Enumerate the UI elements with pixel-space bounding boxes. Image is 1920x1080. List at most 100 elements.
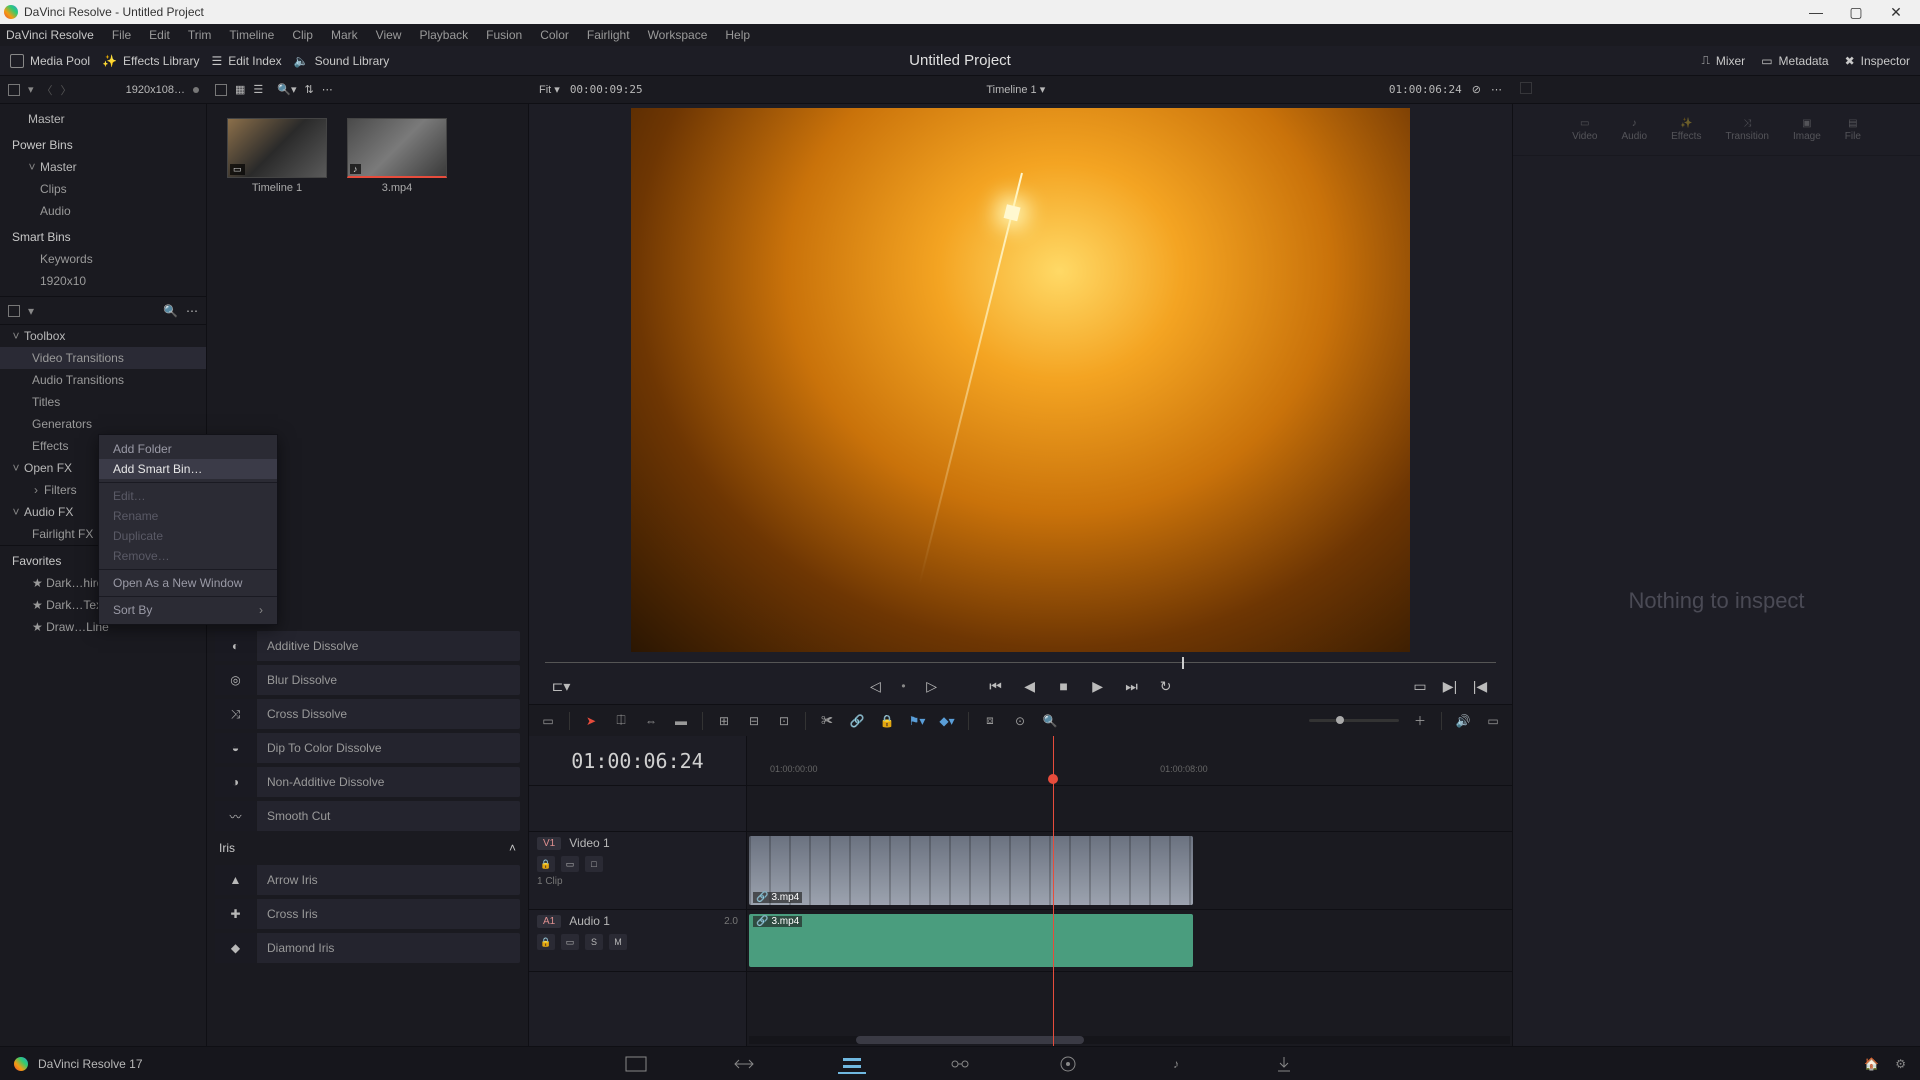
timeline-name-dropdown[interactable]: Timeline 1 ▾: [986, 83, 1045, 96]
metadata-toggle[interactable]: ▭Metadata: [1761, 53, 1828, 68]
menu-help[interactable]: Help: [717, 26, 758, 44]
search-icon[interactable]: 🔍▾: [277, 83, 296, 96]
menu-color[interactable]: Color: [532, 26, 577, 44]
ctx-edit[interactable]: Edit…: [99, 486, 277, 506]
view-thumb-icon[interactable]: [215, 84, 227, 96]
fit-dropdown[interactable]: Fit ▾: [539, 83, 560, 96]
fx-entry[interactable]: ◎Blur Dissolve: [215, 665, 520, 695]
chevron-down-icon[interactable]: ▾: [28, 304, 34, 318]
fx-entry[interactable]: ▲Arrow Iris: [215, 865, 520, 895]
track-lane-a1[interactable]: 🔗3.mp4: [747, 910, 1512, 972]
track-lane-v1[interactable]: 🔗3.mp4: [747, 832, 1512, 910]
page-cut[interactable]: [730, 1054, 758, 1074]
track-autoselect-icon[interactable]: □: [585, 856, 603, 872]
fx-entry[interactable]: ◒Dip To Color Dissolve: [215, 733, 520, 763]
effects-library-toggle[interactable]: ✨Effects Library: [102, 54, 199, 68]
inspector-tab-transition[interactable]: ⤨Transition: [1725, 118, 1769, 142]
audio-icon[interactable]: 🔊: [1454, 712, 1472, 730]
zoom-to-fit-icon[interactable]: ⊙: [1011, 712, 1029, 730]
zoom-slider[interactable]: [1309, 719, 1399, 722]
inspector-tab-video[interactable]: ▭Video: [1572, 118, 1597, 142]
overwrite-icon[interactable]: ⊟: [745, 712, 763, 730]
dynamic-trim-icon[interactable]: ⇔: [642, 712, 660, 730]
project-manager-icon[interactable]: 🏠: [1864, 1057, 1879, 1071]
loop-dot-icon[interactable]: •: [901, 679, 905, 693]
smart-bin-res[interactable]: 1920x10: [0, 270, 206, 292]
menu-view[interactable]: View: [368, 26, 410, 44]
zoom-icon[interactable]: 🔍: [1041, 712, 1059, 730]
inspector-tab-audio[interactable]: ♪Audio: [1621, 118, 1647, 142]
loop-icon[interactable]: ↻: [1158, 678, 1174, 694]
ctx-sort-by[interactable]: Sort By›: [99, 600, 277, 620]
fx-video-transitions[interactable]: Video Transitions: [0, 347, 206, 369]
media-pool-toggle[interactable]: Media Pool: [10, 54, 90, 68]
replace-icon[interactable]: ⊡: [775, 712, 793, 730]
inspector-tab-effects[interactable]: ✨Effects: [1671, 118, 1701, 142]
page-color[interactable]: [1054, 1054, 1082, 1074]
view-grid-icon[interactable]: ▦: [235, 83, 245, 96]
go-end-icon[interactable]: ⏭: [1124, 678, 1140, 694]
smart-bins-header[interactable]: Smart Bins: [0, 226, 206, 248]
menu-file[interactable]: File: [104, 26, 139, 44]
mark-in-icon[interactable]: ⊏▾: [553, 678, 569, 694]
lock-icon[interactable]: 🔒: [878, 712, 896, 730]
page-fairlight[interactable]: ♪: [1162, 1054, 1190, 1074]
timeline-hscrollbar[interactable]: [749, 1036, 1510, 1044]
fx-more-icon[interactable]: ⋯: [186, 304, 198, 318]
track-lock-icon[interactable]: 🔒: [537, 934, 555, 950]
page-edit[interactable]: [838, 1054, 866, 1074]
marker-icon[interactable]: ◆▾: [938, 712, 956, 730]
track-enable-icon[interactable]: ▭: [561, 934, 579, 950]
sort-icon[interactable]: ⇅: [305, 83, 314, 96]
nav-fwd-icon[interactable]: 〉: [61, 82, 72, 98]
fx-audio-transitions[interactable]: Audio Transitions: [0, 369, 206, 391]
fx-generators[interactable]: Generators: [0, 413, 206, 435]
fx-entry[interactable]: ◐Additive Dissolve: [215, 631, 520, 661]
fx-titles[interactable]: Titles: [0, 391, 206, 413]
fx-cat-iris[interactable]: Iris˄: [207, 835, 528, 861]
fx-entry[interactable]: ◆Diamond Iris: [215, 933, 520, 963]
menu-playback[interactable]: Playback: [411, 26, 476, 44]
track-lock-icon[interactable]: 🔒: [537, 856, 555, 872]
track-header-v1[interactable]: V1 Video 1 🔒 ▭ □ 1 Clip: [529, 832, 746, 910]
fx-toolbox[interactable]: ˅Toolbox: [0, 325, 206, 347]
power-bin-clips[interactable]: Clips: [0, 178, 206, 200]
menu-fusion[interactable]: Fusion: [478, 26, 530, 44]
ctx-remove[interactable]: Remove…: [99, 546, 277, 566]
maximize-button[interactable]: ▢: [1836, 0, 1876, 24]
timeline-ruler[interactable]: 01:00:00:00 01:00:08:00: [747, 736, 1512, 786]
edit-index-toggle[interactable]: ☰Edit Index: [211, 54, 281, 68]
power-bin-audio[interactable]: Audio: [0, 200, 206, 222]
menu-timeline[interactable]: Timeline: [221, 26, 282, 44]
page-media[interactable]: [622, 1054, 650, 1074]
selection-tool-icon[interactable]: ➤: [582, 712, 600, 730]
ctx-open-new-window[interactable]: Open As a New Window: [99, 573, 277, 593]
menu-fairlight[interactable]: Fairlight: [579, 26, 638, 44]
inspector-tab-file[interactable]: ▤File: [1845, 118, 1861, 142]
chevron-down-icon[interactable]: ▾: [28, 83, 34, 96]
power-bin-master[interactable]: ˅Master: [0, 156, 206, 178]
go-start-icon[interactable]: ⏮: [988, 678, 1004, 694]
blade-tool-icon[interactable]: ▬: [672, 712, 690, 730]
smart-bin-keywords[interactable]: Keywords: [0, 248, 206, 270]
link-icon[interactable]: 🔗: [848, 712, 866, 730]
flag-icon[interactable]: ⚑▾: [908, 712, 926, 730]
play-icon[interactable]: ▶: [1090, 678, 1106, 694]
ctx-add-smart-bin[interactable]: Add Smart Bin…: [99, 459, 277, 479]
mixer-toggle[interactable]: ⎍Mixer: [1701, 53, 1745, 68]
page-deliver[interactable]: [1270, 1054, 1298, 1074]
playhead[interactable]: [1053, 736, 1054, 1046]
fx-entry[interactable]: ⤨Cross Dissolve: [215, 699, 520, 729]
media-thumb-timeline[interactable]: ▭ Timeline 1: [227, 118, 327, 194]
panel-layout-icon[interactable]: [8, 84, 20, 96]
menu-workspace[interactable]: Workspace: [640, 26, 716, 44]
timeline-view-icon[interactable]: ▭: [539, 712, 557, 730]
step-back-icon[interactable]: ◀: [1022, 678, 1038, 694]
step-fwd-icon[interactable]: ▶|: [1442, 678, 1458, 694]
ctx-duplicate[interactable]: Duplicate: [99, 526, 277, 546]
fx-entry[interactable]: ◑Non-Additive Dissolve: [215, 767, 520, 797]
track-mute-button[interactable]: M: [609, 934, 627, 950]
bypass-icon[interactable]: ⊘: [1472, 83, 1481, 96]
next-edit-icon[interactable]: ▷: [924, 678, 940, 694]
viewer-options-icon[interactable]: ⋯: [1491, 83, 1502, 96]
